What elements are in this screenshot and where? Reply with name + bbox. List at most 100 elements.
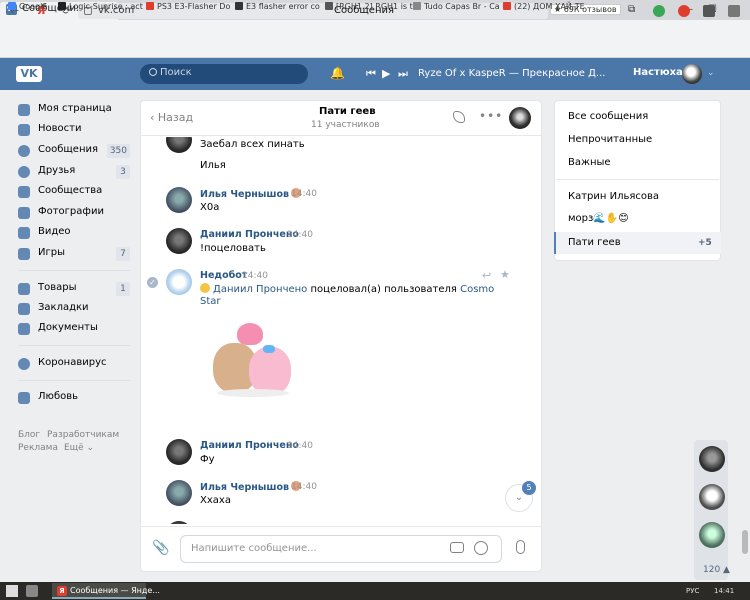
message-list: Заебал всех пинать Илья Илья Чернышов 14… bbox=[141, 137, 541, 524]
check-icon[interactable]: ✓ bbox=[147, 277, 158, 288]
message-text: !поцеловать bbox=[200, 243, 266, 254]
page-scrollbar[interactable] bbox=[740, 90, 750, 580]
message-text: Даниил Прончено поцеловал(а) пользовател… bbox=[200, 283, 494, 295]
search-icon bbox=[149, 68, 157, 76]
more-icon[interactable]: ••• bbox=[479, 109, 503, 123]
attach-icon[interactable]: 📎 bbox=[152, 540, 169, 556]
quick-chat-avatar[interactable] bbox=[699, 522, 725, 548]
scroll-thumb[interactable] bbox=[742, 530, 748, 554]
play-icon[interactable]: ▶ bbox=[382, 67, 390, 80]
footer-link-blog[interactable]: Блог bbox=[18, 430, 40, 440]
sidebar-item-photos[interactable]: Фотографии bbox=[18, 204, 130, 222]
clock[interactable]: 14:41 bbox=[714, 587, 734, 595]
user-name[interactable]: Настюха bbox=[633, 67, 683, 78]
document-icon bbox=[18, 323, 30, 335]
star-icon[interactable]: ★ bbox=[500, 268, 510, 281]
sidebar-item-bookmarks[interactable]: Закладки bbox=[18, 300, 130, 318]
chevron-left-icon: ‹ bbox=[150, 111, 158, 124]
avatar[interactable] bbox=[166, 137, 192, 153]
filter-all-messages[interactable]: Все сообщения bbox=[568, 111, 648, 122]
current-track[interactable]: Ryze Of x KaspeR — Прекрасное Д... bbox=[418, 68, 605, 79]
camera-icon[interactable] bbox=[450, 542, 464, 553]
adblock-icon[interactable] bbox=[678, 5, 690, 17]
separator bbox=[556, 179, 719, 180]
sidebar-item-news[interactable]: Новости bbox=[18, 121, 130, 139]
sidebar-item-love[interactable]: Любовь bbox=[18, 389, 130, 407]
footer-link-more[interactable]: Ещё ⌄ bbox=[64, 443, 94, 453]
menu-divider bbox=[18, 380, 130, 381]
user-avatar[interactable] bbox=[682, 64, 702, 84]
sidebar-item-my-page[interactable]: Моя страница bbox=[18, 101, 130, 119]
message-time[interactable]: 14:40 bbox=[291, 189, 317, 199]
message-text[interactable]: Star bbox=[200, 296, 221, 307]
message-time[interactable]: 14:40 bbox=[287, 230, 313, 240]
quick-chat-avatar[interactable] bbox=[699, 484, 725, 510]
sidebar-item-documents[interactable]: Документы bbox=[18, 320, 130, 338]
bookmark-tudo-capas[interactable]: Tudo Capas Br - Ca bbox=[413, 2, 500, 11]
bookmark-rgh[interactable]: [RGH1.2] RGH1 is t bbox=[325, 2, 413, 11]
sidebar-item-messages[interactable]: Сообщения 350 bbox=[18, 142, 130, 160]
footer-link-ads[interactable]: Реклама bbox=[18, 443, 58, 453]
message-placeholder: Напишите сообщение... bbox=[191, 543, 317, 554]
bookmark-google[interactable]: Google bbox=[8, 2, 47, 11]
sticker-image[interactable] bbox=[207, 315, 299, 411]
message-time[interactable]: 14:40 bbox=[291, 482, 317, 492]
smile-icon[interactable] bbox=[474, 541, 488, 555]
sidebar-item-goods[interactable]: Товары 1 bbox=[18, 280, 130, 298]
sidebar-item-communities[interactable]: Сообщества bbox=[18, 183, 130, 201]
shield-icon[interactable] bbox=[653, 5, 665, 17]
chat-avatar[interactable] bbox=[509, 107, 531, 129]
sidebar-item-video[interactable]: Видео bbox=[18, 224, 130, 242]
message-author[interactable]: Илья Чернышов bbox=[200, 481, 302, 493]
vk-logo[interactable]: VK bbox=[16, 66, 42, 82]
menu-divider bbox=[18, 270, 130, 271]
chevron-down-icon[interactable]: ⌄ bbox=[707, 68, 715, 78]
bell-icon[interactable]: 🔔 bbox=[330, 66, 345, 80]
filter-important[interactable]: Важные bbox=[568, 157, 611, 168]
sidebar-item-coronavirus[interactable]: Коронавирус bbox=[18, 355, 130, 373]
bookmark-dom-hi-tech[interactable]: (22) ДОМ ХАЙ-ТЕ bbox=[503, 2, 585, 11]
next-track-icon[interactable]: ⏭ bbox=[398, 67, 408, 81]
avatar[interactable] bbox=[166, 269, 192, 295]
avatar[interactable] bbox=[166, 480, 192, 506]
quick-chat-avatar[interactable] bbox=[699, 446, 725, 472]
reply-icon[interactable]: ↩ bbox=[482, 269, 491, 282]
start-icon[interactable] bbox=[6, 585, 18, 597]
sidebar-item-friends[interactable]: Друзья 3 bbox=[18, 163, 130, 181]
chat-party[interactable]: Пати геев bbox=[568, 237, 621, 248]
microphone-icon[interactable] bbox=[516, 540, 525, 554]
footer-link-developers[interactable]: Разработчикам bbox=[47, 430, 119, 440]
sidebar-item-games[interactable]: Игры 7 bbox=[18, 245, 130, 263]
chat-katrin[interactable]: Катрин Ильясова bbox=[568, 191, 659, 202]
avatar[interactable] bbox=[166, 439, 192, 465]
back-button[interactable]: ‹ Назад bbox=[150, 111, 193, 124]
message-author[interactable]: Илья Чернышов bbox=[200, 188, 302, 200]
bookmark-e3-flasher[interactable]: E3 flasher error co bbox=[235, 2, 320, 11]
message-time[interactable]: 14:40 bbox=[242, 271, 268, 281]
tabs-icon[interactable]: ⧉ bbox=[628, 4, 635, 15]
avatar[interactable] bbox=[166, 187, 192, 213]
games-count: 7 bbox=[116, 247, 130, 261]
video-icon bbox=[18, 227, 30, 239]
task-view-icon[interactable] bbox=[26, 585, 38, 597]
language-indicator[interactable]: РУС bbox=[686, 587, 699, 595]
download-icon[interactable] bbox=[728, 5, 740, 17]
message-text: Фу bbox=[200, 454, 215, 465]
message-author[interactable]: Даниил Прончено bbox=[200, 440, 299, 451]
chat-morz[interactable]: морз🌊✋😊 bbox=[568, 213, 629, 224]
chat-members[interactable]: 11 участников bbox=[311, 120, 380, 130]
bookmark-ps3-flasher[interactable]: PS3 E3-Flasher Do bbox=[146, 2, 230, 11]
message-author[interactable]: Даниил Прончено bbox=[200, 229, 299, 240]
bookmark-logic-sunrise[interactable]: Logic-Sunrise : act bbox=[58, 2, 143, 11]
avatar[interactable] bbox=[166, 521, 192, 524]
star-icon bbox=[18, 303, 30, 315]
prev-track-icon[interactable]: ⏮ bbox=[366, 67, 376, 81]
extension-icon[interactable] bbox=[703, 5, 715, 17]
online-count[interactable]: 120 ▲ bbox=[703, 565, 730, 575]
filter-unread[interactable]: Непрочитанные bbox=[568, 134, 652, 145]
avatar[interactable] bbox=[166, 228, 192, 254]
chat-title[interactable]: Пати геев bbox=[319, 106, 376, 117]
message-time[interactable]: 14:40 bbox=[287, 441, 313, 451]
message-author[interactable]: Недобот bbox=[200, 270, 247, 281]
communities-icon bbox=[18, 186, 30, 198]
